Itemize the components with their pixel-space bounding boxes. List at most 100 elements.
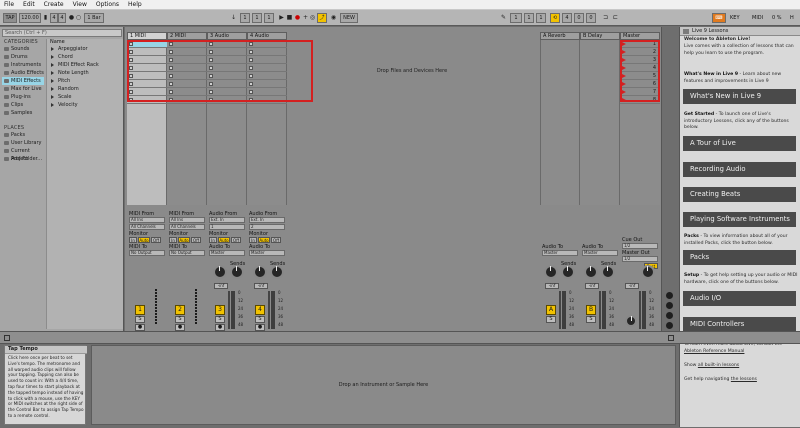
menu-create[interactable]: Create: [44, 1, 64, 8]
track-activator-3[interactable]: 3: [215, 305, 225, 315]
expand-icon[interactable]: [51, 79, 54, 83]
monitor-in-2[interactable]: In: [169, 237, 177, 243]
solo-button-3[interactable]: S: [215, 316, 225, 323]
category-clips[interactable]: Clips: [2, 101, 44, 109]
midi-channel-select-2[interactable]: All Channels: [169, 224, 205, 230]
loop-length-sixteenths[interactable]: 0: [586, 13, 596, 23]
monitor-off-1[interactable]: Off: [151, 237, 161, 243]
track-activator-1[interactable]: 1: [135, 305, 145, 315]
volume-fader-a[interactable]: [556, 291, 564, 329]
category-samples[interactable]: Samples: [2, 109, 44, 117]
category-plug-ins[interactable]: Plug-ins: [2, 93, 44, 101]
master-out-select[interactable]: 1/2: [622, 256, 658, 262]
category-instruments[interactable]: Instruments: [2, 61, 44, 69]
volume-fader-4[interactable]: [265, 291, 273, 329]
mixer-toggle-icon[interactable]: [666, 322, 673, 329]
help-index-icon[interactable]: [683, 29, 689, 34]
monitor-in-4[interactable]: In: [249, 237, 257, 243]
volume-readout-master[interactable]: -inf: [625, 283, 639, 289]
cue-out-select[interactable]: 1/2: [622, 243, 658, 249]
nudge-icon[interactable]: ▮: [42, 14, 49, 22]
list-item[interactable]: Velocity: [49, 101, 122, 109]
send-a-knob-4[interactable]: [253, 265, 267, 279]
place-packs[interactable]: Packs: [2, 131, 44, 139]
menu-edit[interactable]: Edit: [23, 1, 35, 8]
expand-icon[interactable]: [51, 55, 54, 59]
volume-fader-master[interactable]: [636, 291, 644, 329]
draw-mode-icon[interactable]: ✎: [500, 14, 507, 22]
monitor-auto-2[interactable]: Auto: [178, 237, 190, 243]
audio-channel-select-4[interactable]: 2: [249, 224, 285, 230]
punch-out-icon[interactable]: ⊏: [612, 14, 619, 22]
loop-bars[interactable]: 1: [524, 13, 534, 23]
arm-button-2[interactable]: ●: [175, 324, 185, 331]
expand-icon[interactable]: [51, 95, 54, 99]
audio-to-select-a[interactable]: Master: [542, 250, 578, 256]
arm-button-1[interactable]: ●: [135, 324, 145, 331]
solo-button-1[interactable]: S: [135, 316, 145, 323]
monitor-off-3[interactable]: Off: [231, 237, 241, 243]
volume-readout-a[interactable]: -inf: [545, 283, 559, 289]
tempo-field[interactable]: 120.00: [19, 13, 41, 23]
return-header-a[interactable]: A Reverb: [540, 32, 580, 40]
creating-beats-button[interactable]: Creating Beats: [683, 187, 796, 202]
category-sounds[interactable]: Sounds: [2, 45, 44, 53]
track-header-2[interactable]: 2 MIDI: [167, 32, 207, 40]
audio-to-select-b[interactable]: Master: [582, 250, 618, 256]
track-activator-2[interactable]: 2: [175, 305, 185, 315]
audio-to-select-4[interactable]: Master: [249, 250, 285, 256]
category-drums[interactable]: Drums: [2, 53, 44, 61]
overdub-icon[interactable]: +: [302, 14, 309, 22]
place-add-folder[interactable]: Add Folder...: [2, 155, 44, 163]
monitor-in-1[interactable]: In: [129, 237, 137, 243]
category-midi-effects[interactable]: MIDI Effects: [2, 77, 44, 85]
tour-of-live-button[interactable]: A Tour of Live: [683, 136, 796, 151]
send-b-knob-4[interactable]: [270, 265, 284, 279]
session-record-icon[interactable]: ◉: [330, 14, 337, 22]
signature-denominator[interactable]: 4: [58, 13, 66, 23]
place-current-project[interactable]: Current Project: [2, 147, 44, 162]
track-activator-4[interactable]: 4: [255, 305, 265, 315]
menu-help[interactable]: Help: [128, 1, 142, 8]
solo-button-4[interactable]: S: [255, 316, 265, 323]
monitor-off-4[interactable]: Off: [271, 237, 281, 243]
place-user-library[interactable]: User Library: [2, 139, 44, 147]
expand-icon[interactable]: [51, 47, 54, 51]
arm-button-4[interactable]: ●: [255, 324, 265, 331]
list-item[interactable]: Chord: [49, 53, 122, 61]
audio-io-button[interactable]: Audio I/O: [683, 291, 796, 306]
loop-start[interactable]: 1: [510, 13, 522, 23]
lessons-link[interactable]: the lessons: [731, 377, 757, 382]
monitor-off-2[interactable]: Off: [191, 237, 201, 243]
monitor-auto-4[interactable]: Auto: [258, 237, 270, 243]
track-header-4[interactable]: 4 Audio: [247, 32, 287, 40]
list-item[interactable]: Scale: [49, 93, 122, 101]
solo-button-2[interactable]: S: [175, 316, 185, 323]
audio-from-select-4[interactable]: Ext. In: [249, 217, 285, 223]
packs-button[interactable]: Packs: [683, 250, 796, 265]
position-sixteenth[interactable]: 1: [264, 13, 274, 23]
master-header[interactable]: Master: [620, 32, 660, 40]
metronome-icon[interactable]: ●: [68, 14, 75, 22]
new-button[interactable]: NEW: [340, 13, 358, 23]
loop-length-bars[interactable]: 4: [562, 13, 572, 23]
expand-icon[interactable]: [51, 87, 54, 91]
browser-search-input[interactable]: Search (Ctrl + F): [2, 29, 122, 37]
key-map-label[interactable]: KEY: [730, 15, 740, 21]
list-item[interactable]: Arpeggiator: [49, 45, 122, 53]
volume-readout-3[interactable]: -inf: [214, 283, 228, 289]
list-item[interactable]: Random: [49, 85, 122, 93]
list-item[interactable]: Pitch: [49, 77, 122, 85]
key-map-icon[interactable]: ⌨: [712, 13, 726, 23]
solo-button-a[interactable]: S: [546, 316, 556, 323]
info-view-toggle-icon[interactable]: [4, 335, 10, 341]
send-b-knob-a[interactable]: [561, 265, 575, 279]
loop-length-beats[interactable]: 0: [574, 13, 584, 23]
play-icon[interactable]: ▶: [278, 14, 285, 22]
reference-manual-link[interactable]: Ableton Reference Manual: [684, 349, 744, 354]
menu-options[interactable]: Options: [96, 1, 119, 8]
stop-icon[interactable]: ■: [286, 14, 293, 22]
midi-controllers-button[interactable]: MIDI Controllers: [683, 317, 796, 332]
midi-to-select-2[interactable]: No Output: [169, 250, 205, 256]
category-audio-effects[interactable]: Audio Effects: [2, 69, 44, 77]
